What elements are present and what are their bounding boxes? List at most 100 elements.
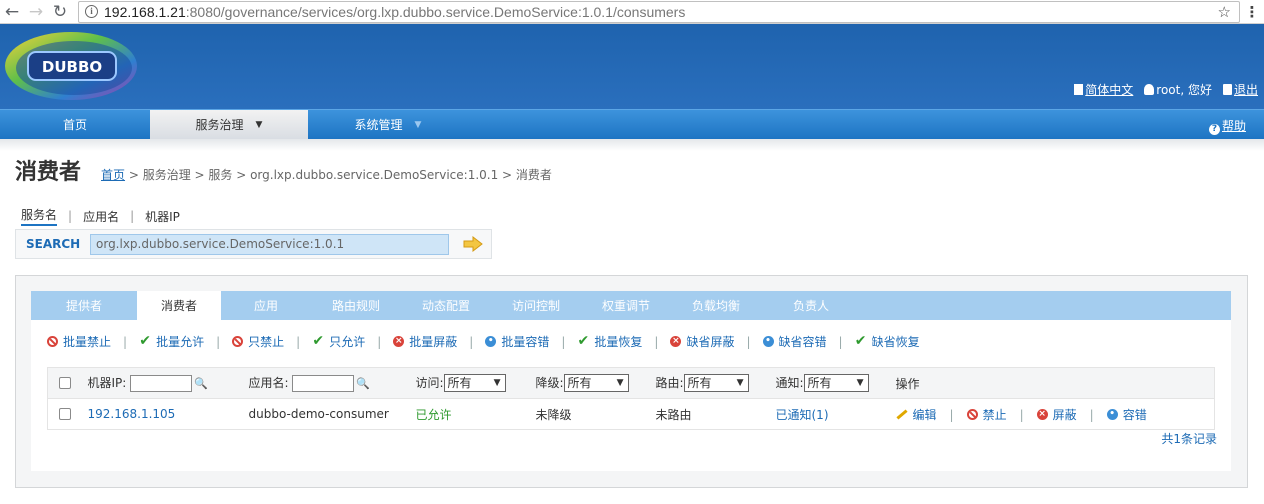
page-title: 消费者: [15, 160, 82, 185]
menu-home[interactable]: 首页: [0, 110, 150, 139]
batch-shield-button[interactable]: × 批量屏蔽: [393, 333, 457, 350]
search-icon[interactable]: 🔍: [194, 377, 208, 390]
tolerant-label: 容错: [1122, 408, 1147, 422]
tab-consumers[interactable]: 消费者: [137, 291, 221, 320]
user-icon: [1144, 84, 1155, 95]
notify-filter-value: 所有: [807, 376, 832, 391]
action-label: 批量允许: [156, 335, 205, 349]
browser-menu-icon[interactable]: ⋮: [1240, 3, 1264, 21]
batch-tolerant-button[interactable]: • 批量容错: [485, 333, 549, 350]
ip-filter-input[interactable]: [130, 375, 193, 392]
shield-button[interactable]: × 屏蔽: [1036, 406, 1077, 423]
reload-icon[interactable]: ↻: [48, 0, 72, 24]
action-label: 批量容错: [501, 335, 550, 349]
degrade-filter-value: 所有: [567, 376, 592, 391]
only-forbid-button[interactable]: 只禁止: [232, 333, 284, 350]
logout-label[interactable]: 退出: [1234, 83, 1258, 97]
separator: |: [949, 407, 954, 422]
separator: |: [123, 334, 128, 349]
help-icon: ?: [1208, 124, 1220, 135]
app-header: DUBBO 简体中文 root, 您好 退出: [0, 24, 1264, 109]
tab-owners[interactable]: 负责人: [761, 291, 861, 320]
gear-icon: •: [1106, 409, 1118, 420]
forward-arrow-icon[interactable]: →: [24, 0, 48, 24]
header-ops: 操作: [895, 376, 920, 391]
tab-weights[interactable]: 权重调节: [581, 291, 671, 320]
app-filter-input[interactable]: [292, 375, 355, 392]
logout-icon: [1222, 84, 1232, 95]
separator: |: [130, 209, 135, 223]
default-recover-button[interactable]: ✔ 缺省恢复: [855, 333, 920, 350]
batch-allow-button[interactable]: ✔ 批量允许: [139, 333, 204, 350]
search-arrow-icon[interactable]: [463, 236, 483, 252]
tab-access[interactable]: 访问控制: [491, 291, 581, 320]
check-icon: ✔: [854, 333, 867, 349]
gear-icon: •: [762, 336, 774, 347]
header-degrade: 降级:: [535, 375, 564, 390]
search-tab-service[interactable]: 服务名: [21, 206, 58, 226]
logout-link[interactable]: 退出: [1222, 81, 1258, 98]
header-ip: 机器IP:: [87, 376, 127, 390]
action-label: 批量恢复: [594, 335, 643, 349]
only-allow-button[interactable]: ✔ 只允许: [312, 333, 365, 350]
check-icon: ✔: [577, 333, 590, 349]
address-bar[interactable]: i 192.168.1.21:8080/governance/services/…: [78, 0, 1240, 23]
default-shield-button[interactable]: × 缺省屏蔽: [670, 333, 734, 350]
row-operations: 编辑 | 禁止 | × 屏蔽 | • 容错: [895, 406, 1147, 423]
menu-service-governance[interactable]: 服务治理 ▼: [150, 110, 308, 139]
help-link[interactable]: ? 帮助: [1208, 117, 1246, 135]
search-tab-app[interactable]: 应用名: [83, 208, 119, 225]
pencil-icon: [895, 409, 908, 420]
logo-text: DUBBO: [42, 58, 102, 76]
consumers-table: 机器IP: 🔍 应用名: 🔍 访问: 所有 ▼ 降级: 所有 ▼ 路由: 所有 ▼ 通知: 所…: [47, 367, 1215, 430]
header-access: 访问:: [415, 375, 444, 390]
content-panel: 提供者 消费者 应用 路由规则 动态配置 访问控制 权重调节 负载均衡 负责人 …: [15, 275, 1248, 488]
tolerant-button[interactable]: • 容错: [1106, 406, 1147, 423]
language-label[interactable]: 简体中文: [1085, 83, 1133, 97]
degrade-filter-select[interactable]: 所有 ▼: [563, 374, 629, 393]
action-label: 只禁止: [248, 335, 285, 349]
notify-filter-select[interactable]: 所有 ▼: [803, 374, 869, 393]
forbid-button[interactable]: 禁止: [966, 406, 1007, 423]
separator: |: [561, 334, 566, 349]
bookmark-star-icon[interactable]: ☆: [1218, 3, 1231, 21]
default-tolerant-button[interactable]: • 缺省容错: [762, 333, 827, 350]
route-filter-value: 所有: [687, 376, 712, 391]
breadcrumb-home-link[interactable]: 首页: [101, 168, 125, 182]
menu-system-admin[interactable]: 系统管理 ▼: [308, 110, 468, 139]
search-input[interactable]: org.lxp.dubbo.service.DemoService:1.0.1: [90, 233, 449, 255]
batch-forbid-button[interactable]: 批量禁止: [47, 333, 111, 350]
table-row: 192.168.1.105 dubbo-demo-consumer 已允许 未降…: [47, 398, 1215, 430]
select-all-checkbox[interactable]: [59, 377, 71, 389]
tab-applications[interactable]: 应用: [221, 291, 311, 320]
caret-down-icon: ▼: [616, 378, 624, 389]
tab-routes[interactable]: 路由规则: [311, 291, 401, 320]
record-count: 共1条记录: [1161, 432, 1217, 446]
access-filter-select[interactable]: 所有 ▼: [443, 374, 506, 393]
service-tabs: 提供者 消费者 应用 路由规则 动态配置 访问控制 权重调节 负载均衡 负责人: [31, 291, 1231, 320]
help-label[interactable]: 帮助: [1222, 119, 1246, 133]
row-checkbox[interactable]: [59, 408, 71, 420]
route-filter-select[interactable]: 所有 ▼: [683, 374, 749, 393]
dubbo-logo[interactable]: DUBBO: [2, 28, 140, 104]
batch-actions: 批量禁止 | ✔ 批量允许 | 只禁止 | ✔ 只允许 | × 批量屏蔽 | • 批量容…: [31, 320, 1231, 363]
url-text[interactable]: 192.168.1.21:8080/governance/services/or…: [104, 4, 685, 20]
search-box: SEARCH org.lxp.dubbo.service.DemoService…: [15, 229, 492, 259]
language-link[interactable]: 简体中文: [1074, 81, 1133, 98]
tab-overrides[interactable]: 动态配置: [401, 291, 491, 320]
consumer-ip-link[interactable]: 192.168.1.105: [88, 407, 176, 421]
ban-icon: [232, 336, 244, 347]
edit-button[interactable]: 编辑: [895, 406, 937, 423]
tab-loadbalance[interactable]: 负载均衡: [671, 291, 761, 320]
batch-recover-button[interactable]: ✔ 批量恢复: [577, 333, 643, 350]
separator: |: [296, 334, 301, 349]
header-route: 路由:: [655, 375, 684, 390]
edit-label: 编辑: [912, 408, 937, 422]
search-tab-ip[interactable]: 机器IP: [145, 208, 180, 225]
tab-providers[interactable]: 提供者: [31, 291, 137, 320]
notify-link[interactable]: 已通知(1): [776, 408, 829, 422]
info-icon[interactable]: i: [85, 5, 98, 18]
search-icon[interactable]: 🔍: [356, 377, 370, 390]
back-arrow-icon[interactable]: ←: [0, 0, 24, 24]
action-label: 批量禁止: [63, 335, 112, 349]
